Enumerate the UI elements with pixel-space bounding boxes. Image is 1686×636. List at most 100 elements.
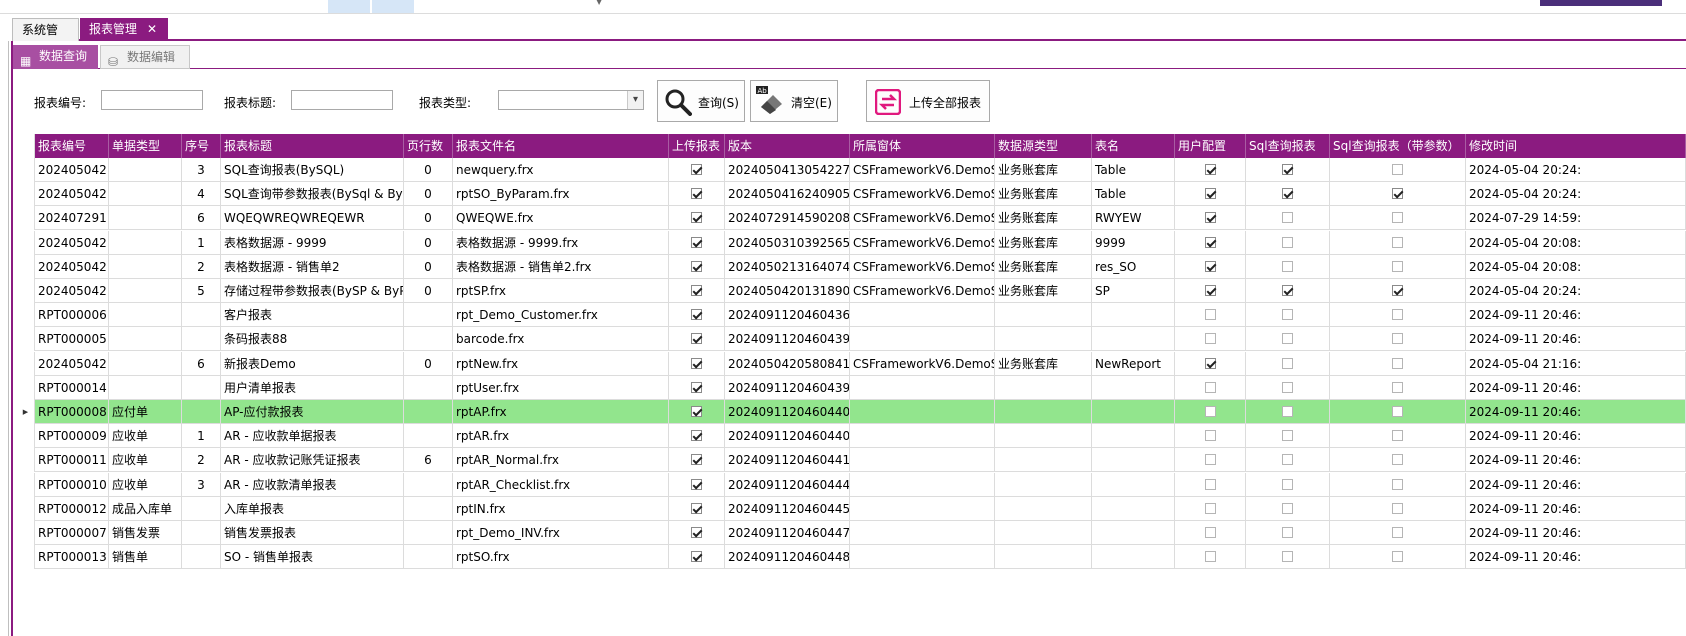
unchecked-checkbox[interactable] (1392, 357, 1403, 369)
col-sql-report-cell[interactable] (1246, 279, 1330, 303)
unchecked-checkbox[interactable] (1282, 430, 1293, 442)
col-sql-param-report-cell[interactable] (1330, 375, 1466, 400)
unchecked-checkbox[interactable] (1392, 381, 1403, 393)
col-user-config-cell[interactable] (1175, 206, 1246, 231)
col-sql-param-report-cell[interactable] (1330, 327, 1466, 352)
col-sql-report-cell[interactable] (1246, 400, 1330, 424)
unchecked-checkbox[interactable] (1282, 381, 1293, 393)
checked-checkbox[interactable] (691, 260, 702, 272)
unchecked-checkbox[interactable] (1392, 430, 1403, 442)
col-sql-report-cell[interactable] (1246, 545, 1330, 570)
checked-checkbox[interactable] (691, 527, 702, 538)
col-sql-param-report-cell[interactable] (1330, 400, 1466, 424)
unchecked-checkbox[interactable] (1282, 333, 1293, 345)
col-sql-report-cell[interactable] (1246, 375, 1330, 400)
row-indicator[interactable] (17, 448, 35, 473)
checked-checkbox[interactable] (1204, 236, 1216, 248)
checked-checkbox[interactable] (691, 188, 702, 200)
col-sql-param-report-cell[interactable] (1330, 424, 1466, 449)
row-indicator[interactable] (17, 182, 35, 207)
checked-checkbox[interactable] (1204, 357, 1216, 369)
col-uploaded-cell[interactable] (669, 448, 725, 473)
col-user-config-cell[interactable] (1175, 254, 1246, 279)
col-user-config-cell[interactable] (1175, 545, 1246, 570)
col-user-config-cell[interactable] (1175, 424, 1246, 449)
checked-checkbox[interactable] (691, 164, 702, 175)
unchecked-checkbox[interactable] (1282, 454, 1293, 466)
unchecked-checkbox[interactable] (1392, 406, 1403, 417)
row-indicator[interactable] (17, 375, 35, 400)
col-datasource-type-header[interactable]: 数据源类型 (995, 134, 1092, 158)
col-sql-report-cell[interactable] (1246, 303, 1330, 328)
col-sql-report-cell[interactable] (1246, 496, 1330, 521)
unchecked-checkbox[interactable] (1204, 381, 1216, 393)
unchecked-checkbox[interactable] (1282, 309, 1293, 321)
table-row[interactable]: RPT000013 销售单 SO - 销售单报表 rptSO.frx 202409112… (17, 545, 1686, 570)
col-uploaded-cell[interactable] (669, 254, 725, 279)
col-sql-report-cell[interactable] (1246, 448, 1330, 473)
col-sql-param-report-cell[interactable] (1330, 158, 1466, 182)
unchecked-checkbox[interactable] (1204, 478, 1216, 490)
upload-all-button[interactable]: 上传全部报表 (866, 80, 990, 122)
unchecked-checkbox[interactable] (1282, 478, 1293, 490)
col-sql-param-report-cell[interactable] (1330, 206, 1466, 231)
unchecked-checkbox[interactable] (1392, 309, 1403, 321)
table-row[interactable]: RPT000014 用户清单报表 rptUser.frx 20240911204604… (17, 375, 1686, 400)
tab-system-management[interactable]: 系统管理 (12, 18, 79, 59)
unchecked-checkbox[interactable] (1204, 333, 1216, 345)
col-sql-report-cell[interactable] (1246, 472, 1330, 497)
col-sql-report-cell[interactable] (1246, 230, 1330, 255)
checked-checkbox[interactable] (691, 357, 702, 369)
col-user-config-cell[interactable] (1175, 448, 1246, 473)
col-modified-time-header[interactable]: 修改时间 (1466, 134, 1686, 158)
col-user-config-cell[interactable] (1175, 521, 1246, 545)
checked-checkbox[interactable] (1204, 260, 1216, 272)
col-uploaded-cell[interactable] (669, 158, 725, 182)
col-uploaded-cell[interactable] (669, 230, 725, 255)
unchecked-checkbox[interactable] (1282, 406, 1293, 417)
unchecked-checkbox[interactable] (1392, 478, 1403, 490)
unchecked-checkbox[interactable] (1204, 406, 1216, 417)
checked-checkbox[interactable] (691, 236, 702, 248)
row-indicator[interactable] (17, 521, 35, 545)
col-user-config-cell[interactable] (1175, 472, 1246, 497)
unchecked-checkbox[interactable] (1392, 454, 1403, 466)
row-indicator[interactable] (17, 327, 35, 352)
checked-checkbox[interactable] (691, 406, 702, 417)
col-file-name-header[interactable]: 报表文件名 (453, 134, 669, 158)
col-sql-report-cell[interactable] (1246, 254, 1330, 279)
current-row-indicator[interactable]: ▶ (17, 400, 35, 424)
col-user-config-cell[interactable] (1175, 303, 1246, 328)
col-sql-param-report-cell[interactable] (1330, 448, 1466, 473)
checked-checkbox[interactable] (1204, 285, 1216, 296)
unchecked-checkbox[interactable] (1204, 527, 1216, 538)
unchecked-checkbox[interactable] (1392, 260, 1403, 272)
checked-checkbox[interactable] (1204, 164, 1216, 175)
col-uploaded-cell[interactable] (669, 327, 725, 352)
col-uploaded-cell[interactable] (669, 279, 725, 303)
col-uploaded-cell[interactable] (669, 351, 725, 376)
col-user-config-cell[interactable] (1175, 375, 1246, 400)
checked-checkbox[interactable] (691, 454, 702, 466)
toolbar-block[interactable] (372, 0, 414, 13)
query-button[interactable]: 查询(S) (657, 80, 745, 122)
col-title-header[interactable]: 报表标题 (221, 134, 404, 158)
col-sql-report-cell[interactable] (1246, 327, 1330, 352)
col-version-header[interactable]: 版本 (725, 134, 850, 158)
unchecked-checkbox[interactable] (1392, 212, 1403, 224)
row-indicator[interactable] (17, 472, 35, 497)
unchecked-checkbox[interactable] (1392, 333, 1403, 345)
row-indicator[interactable] (17, 303, 35, 328)
checked-checkbox[interactable] (691, 478, 702, 490)
checked-checkbox[interactable] (691, 333, 702, 345)
checked-checkbox[interactable] (691, 309, 702, 321)
report-title-input[interactable] (291, 90, 393, 110)
row-indicator[interactable] (17, 206, 35, 231)
col-uploaded-cell[interactable] (669, 182, 725, 207)
col-form-header[interactable]: 所属窗体 (850, 134, 995, 158)
row-indicator[interactable] (17, 545, 35, 570)
checked-checkbox[interactable] (691, 551, 702, 563)
col-sql-param-report-cell[interactable] (1330, 254, 1466, 279)
unchecked-checkbox[interactable] (1282, 502, 1293, 514)
col-user-config-cell[interactable] (1175, 158, 1246, 182)
